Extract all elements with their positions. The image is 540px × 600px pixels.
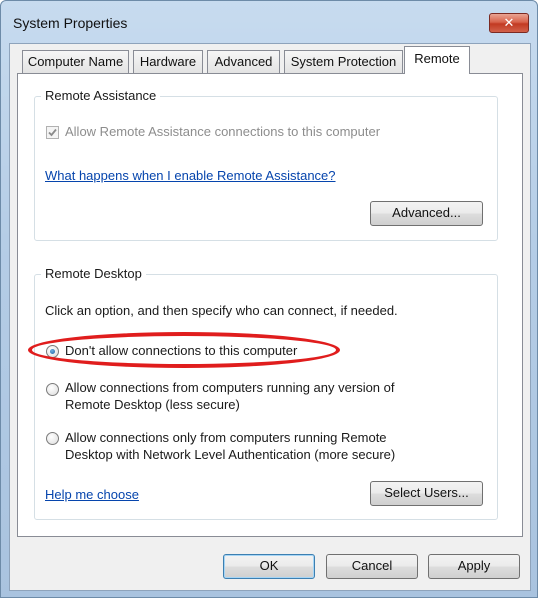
radio-allow-nla-only[interactable] bbox=[46, 432, 59, 445]
option-dont-allow-label: Don't allow connections to this computer bbox=[65, 343, 298, 358]
select-users-button[interactable]: Select Users... bbox=[370, 481, 483, 506]
tab-label: Computer Name bbox=[27, 54, 124, 69]
close-icon: ✕ bbox=[503, 15, 515, 30]
close-button[interactable]: ✕ bbox=[489, 13, 529, 33]
tab-label: Advanced bbox=[214, 54, 273, 69]
tab-remote[interactable]: Remote bbox=[404, 46, 470, 74]
tab-hardware[interactable]: Hardware bbox=[133, 50, 203, 73]
tab-system-protection[interactable]: System Protection bbox=[284, 50, 403, 73]
tab-advanced[interactable]: Advanced bbox=[207, 50, 280, 73]
tab-label: System Protection bbox=[290, 54, 397, 69]
apply-button[interactable]: Apply bbox=[428, 554, 520, 579]
option-allow-nla-label-line2: Desktop with Network Level Authenticatio… bbox=[65, 447, 396, 462]
help-me-choose-link[interactable]: Help me choose bbox=[45, 487, 139, 502]
advanced-button[interactable]: Advanced... bbox=[370, 201, 483, 226]
tab-label: Hardware bbox=[139, 54, 197, 69]
radio-selected-dot bbox=[50, 349, 55, 354]
remote-assistance-legend: Remote Assistance bbox=[41, 88, 161, 103]
ok-button[interactable]: OK bbox=[223, 554, 315, 579]
option-allow-nla-label-line1: Allow connections only from computers ru… bbox=[65, 430, 387, 445]
tab-label: Remote bbox=[414, 51, 460, 66]
option-allow-any-version-label-line1: Allow connections from computers running… bbox=[65, 380, 395, 395]
radio-dont-allow[interactable] bbox=[46, 345, 59, 358]
remote-assistance-help-link[interactable]: What happens when I enable Remote Assist… bbox=[45, 168, 336, 183]
cancel-button[interactable]: Cancel bbox=[326, 554, 418, 579]
tab-computer-name[interactable]: Computer Name bbox=[22, 50, 129, 73]
remote-desktop-legend: Remote Desktop bbox=[41, 266, 146, 281]
checkmark-icon bbox=[48, 128, 57, 137]
option-allow-any-version-label-line2: Remote Desktop (less secure) bbox=[65, 397, 240, 412]
window-title: System Properties bbox=[13, 15, 128, 31]
radio-allow-any-version[interactable] bbox=[46, 383, 59, 396]
remote-assistance-checkbox-label: Allow Remote Assistance connections to t… bbox=[65, 124, 381, 139]
remote-desktop-instruction: Click an option, and then specify who ca… bbox=[45, 303, 398, 318]
remote-assistance-checkbox[interactable] bbox=[46, 126, 59, 139]
